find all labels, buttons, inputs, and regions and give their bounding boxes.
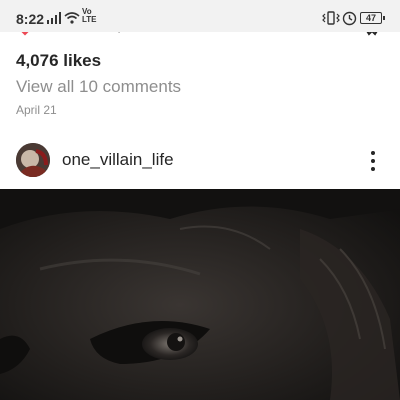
vibrate-icon	[322, 11, 340, 25]
avatar[interactable]	[16, 143, 50, 177]
wifi-icon	[64, 12, 80, 24]
post-image[interactable]	[0, 189, 400, 400]
signal-icon	[47, 12, 61, 24]
post-username[interactable]: one_villain_life	[62, 150, 174, 170]
battery-icon: 47	[360, 12, 385, 24]
more-options-icon[interactable]	[366, 150, 380, 172]
post-date: April 21	[16, 103, 57, 117]
status-bar: 8:22 Vo LTE 47	[0, 0, 400, 32]
likes-count[interactable]: 4,076 likes	[16, 51, 101, 71]
alarm-icon	[342, 11, 357, 26]
volte-indicator: Vo LTE	[82, 7, 97, 24]
view-comments-link[interactable]: View all 10 comments	[16, 77, 181, 97]
status-time: 8:22	[16, 11, 45, 27]
